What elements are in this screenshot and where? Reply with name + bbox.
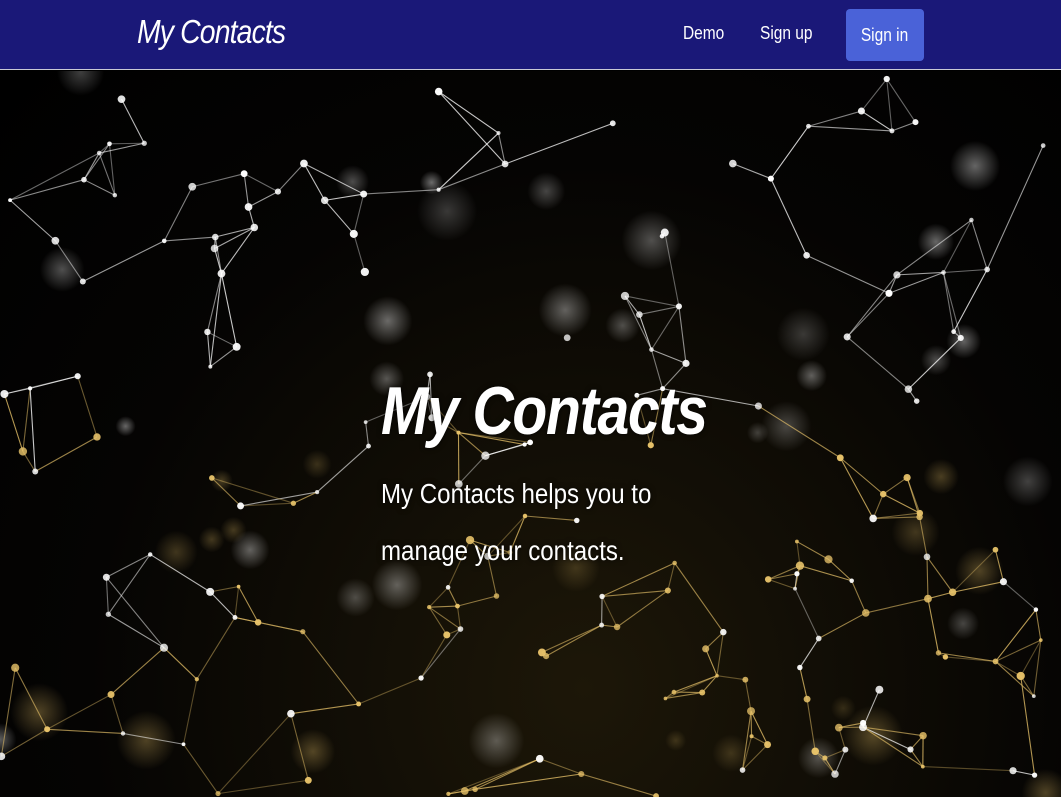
hero-text-block: My Contacts My Contacts helps you to man… <box>381 371 711 579</box>
brand-logo-link[interactable]: My Contacts <box>137 13 286 51</box>
sign-in-button[interactable]: Sign in <box>846 9 924 61</box>
nav-link-sign-up[interactable]: Sign up <box>760 23 813 44</box>
hero-title: My Contacts <box>381 373 708 449</box>
hero-section: My Contacts My Contacts helps you to man… <box>0 71 1061 797</box>
hero-subtitle: My Contacts helps you to manage your con… <box>381 477 652 566</box>
top-navbar: My Contacts Demo Sign up Sign in <box>0 0 1061 70</box>
nav-link-demo[interactable]: Demo <box>683 23 724 44</box>
sign-in-button-label: Sign in <box>861 24 909 45</box>
